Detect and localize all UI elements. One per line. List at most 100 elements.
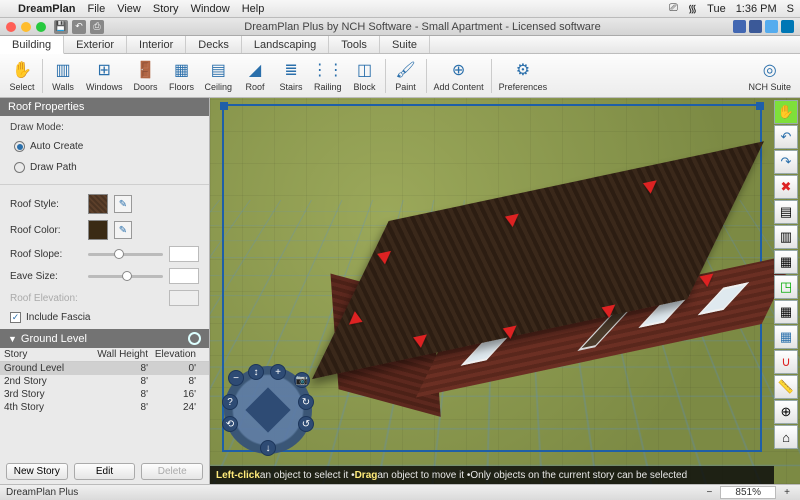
delete-button[interactable]: ✖	[774, 175, 798, 199]
tab-landscaping[interactable]: Landscaping	[242, 36, 329, 53]
selection-handle[interactable]	[756, 102, 764, 110]
grid-button[interactable]: ▦	[774, 325, 798, 349]
measure-button[interactable]: 📏	[774, 375, 798, 399]
menu-story[interactable]: Story	[153, 3, 179, 15]
delete-story-button: Delete	[141, 463, 203, 480]
view-3d-button[interactable]: ◳	[774, 275, 798, 299]
tab-interior[interactable]: Interior	[127, 36, 186, 53]
tool-walls[interactable]: ▥Walls	[45, 59, 81, 92]
rotate-left-icon[interactable]: ↺	[298, 416, 314, 432]
zoom-level[interactable]: 851%	[720, 486, 776, 499]
selection-handle[interactable]	[220, 102, 228, 110]
tool-stairs[interactable]: ≣Stairs	[273, 59, 309, 92]
eave-size-value[interactable]	[169, 268, 199, 284]
window-title: DreamPlan Plus by NCH Software - Small A…	[112, 21, 733, 33]
minimize-window-button[interactable]	[21, 22, 31, 32]
home-view-button[interactable]: ⌂	[774, 425, 798, 449]
pan-tool-button[interactable]: ✋	[774, 100, 798, 124]
redo-button[interactable]: ↷	[774, 150, 798, 174]
col-elevation: Elevation	[148, 349, 196, 360]
nch-suite-button[interactable]: ◎NCH Suite	[743, 59, 796, 92]
tool-add-content[interactable]: ⊕Add Content	[429, 59, 489, 92]
roof-slope-value[interactable]	[169, 246, 199, 262]
menu-help[interactable]: Help	[242, 3, 265, 15]
zoom-out-icon[interactable]: −	[228, 370, 244, 386]
tool-railing[interactable]: ⋮⋮Railing	[309, 59, 347, 92]
save-icon[interactable]: 💾	[54, 20, 68, 34]
facebook-icon[interactable]	[749, 20, 762, 33]
ground-level-section-header[interactable]: ▼Ground Level	[0, 329, 209, 348]
zoom-in-button[interactable]: +	[780, 487, 794, 498]
move-down-icon[interactable]: ↓	[260, 440, 276, 456]
layer-button[interactable]: ▤	[774, 200, 798, 224]
collapse-icon[interactable]	[188, 332, 201, 345]
tool-doors[interactable]: 🚪Doors	[128, 59, 164, 92]
like-icon[interactable]	[733, 20, 746, 33]
tool-preferences[interactable]: ⚙Preferences	[494, 59, 553, 92]
tool-ceiling[interactable]: ▤Ceiling	[200, 59, 238, 92]
table-row[interactable]: 4th Story 8' 24'	[0, 401, 209, 414]
eave-size-slider[interactable]	[88, 275, 163, 278]
tab-tools[interactable]: Tools	[329, 36, 380, 53]
tool-select[interactable]: ✋Select	[4, 59, 40, 92]
layer-button[interactable]: ▦	[774, 250, 798, 274]
undo-button[interactable]: ↶	[774, 125, 798, 149]
move-up-icon[interactable]: ↕	[248, 364, 264, 380]
tool-paint[interactable]: 🖌Paint	[388, 59, 424, 92]
help-icon[interactable]: ?	[222, 394, 238, 410]
edit-story-button[interactable]: Edit	[74, 463, 136, 480]
reset-icon[interactable]: ⟲	[222, 416, 238, 432]
draw-mode-auto-create[interactable]: Auto Create	[10, 139, 199, 154]
camera-icon[interactable]: 📷	[294, 372, 310, 388]
tab-exterior[interactable]: Exterior	[64, 36, 127, 53]
zoom-window-button[interactable]	[36, 22, 46, 32]
new-story-button[interactable]: New Story	[6, 463, 68, 480]
roof-slope-slider[interactable]	[88, 253, 163, 256]
roof-style-swatch[interactable]	[88, 194, 108, 214]
twitter-icon[interactable]	[765, 20, 778, 33]
app-menu[interactable]: DreamPlan	[18, 3, 75, 15]
tool-windows[interactable]: ⊞Windows	[81, 59, 128, 92]
table-row[interactable]: Ground Level 8' 0'	[0, 362, 209, 375]
delete-icon: ✖	[781, 179, 792, 195]
floorplan-button[interactable]: ▦	[774, 300, 798, 324]
tab-building[interactable]: Building	[0, 36, 64, 54]
3d-viewport[interactable]: − ↕ + 📷 ? ↻ ⟲ ↺ ↓ ✋ ↶ ↷ ✖ ▤ ▥ ▦ ◳ ▦ ▦ ∪ …	[210, 98, 800, 484]
roof-color-swatch[interactable]	[88, 220, 108, 240]
rotate-right-icon[interactable]: ↻	[298, 394, 314, 410]
table-row[interactable]: 2nd Story 8' 8'	[0, 375, 209, 388]
col-wall-height: Wall Height	[90, 349, 148, 360]
zoom-out-button[interactable]: −	[702, 487, 716, 498]
roof-style-picker-button[interactable]: ✎	[114, 195, 132, 213]
tab-suite[interactable]: Suite	[380, 36, 430, 53]
layer-button[interactable]: ▥	[774, 225, 798, 249]
navigation-wheel[interactable]: − ↕ + 📷 ? ↻ ⟲ ↺ ↓	[224, 366, 312, 454]
menu-view[interactable]: View	[117, 3, 141, 15]
menu-file[interactable]: File	[87, 3, 105, 15]
compass-button[interactable]: ⊕	[774, 400, 798, 424]
tab-decks[interactable]: Decks	[186, 36, 242, 53]
include-fascia-checkbox[interactable]: ✓ Include Fascia	[10, 312, 199, 323]
close-window-button[interactable]	[6, 22, 16, 32]
grid-icon: ▦	[780, 329, 792, 345]
linkedin-icon[interactable]	[781, 20, 794, 33]
roof-color-picker-button[interactable]: ✎	[114, 221, 132, 239]
draw-mode-draw-path[interactable]: Draw Path	[10, 160, 199, 175]
tool-roof[interactable]: ◢Roof	[237, 59, 273, 92]
draw-mode-label: Draw Mode:	[10, 122, 199, 133]
tool-block[interactable]: ◫Block	[347, 59, 383, 92]
snap-button[interactable]: ∪	[774, 350, 798, 374]
table-row[interactable]: 3rd Story 8' 16'	[0, 388, 209, 401]
wifi-icon[interactable]: ᯾	[688, 1, 697, 16]
undo-titlebar-icon[interactable]: ↶	[72, 20, 86, 34]
print-icon[interactable]: ⎙	[90, 20, 104, 34]
radio-icon	[14, 162, 25, 173]
main-tabs: Building Exterior Interior Decks Landsca…	[0, 36, 800, 54]
zoom-in-icon[interactable]: +	[270, 364, 286, 380]
tool-floors[interactable]: ▦Floors	[164, 59, 200, 92]
menu-window[interactable]: Window	[191, 3, 230, 15]
menubar-user[interactable]: S	[787, 3, 794, 15]
home-icon: ⌂	[782, 430, 790, 445]
screen-icon[interactable]: ⎚	[669, 2, 678, 15]
walls-icon: ▥	[52, 59, 74, 81]
